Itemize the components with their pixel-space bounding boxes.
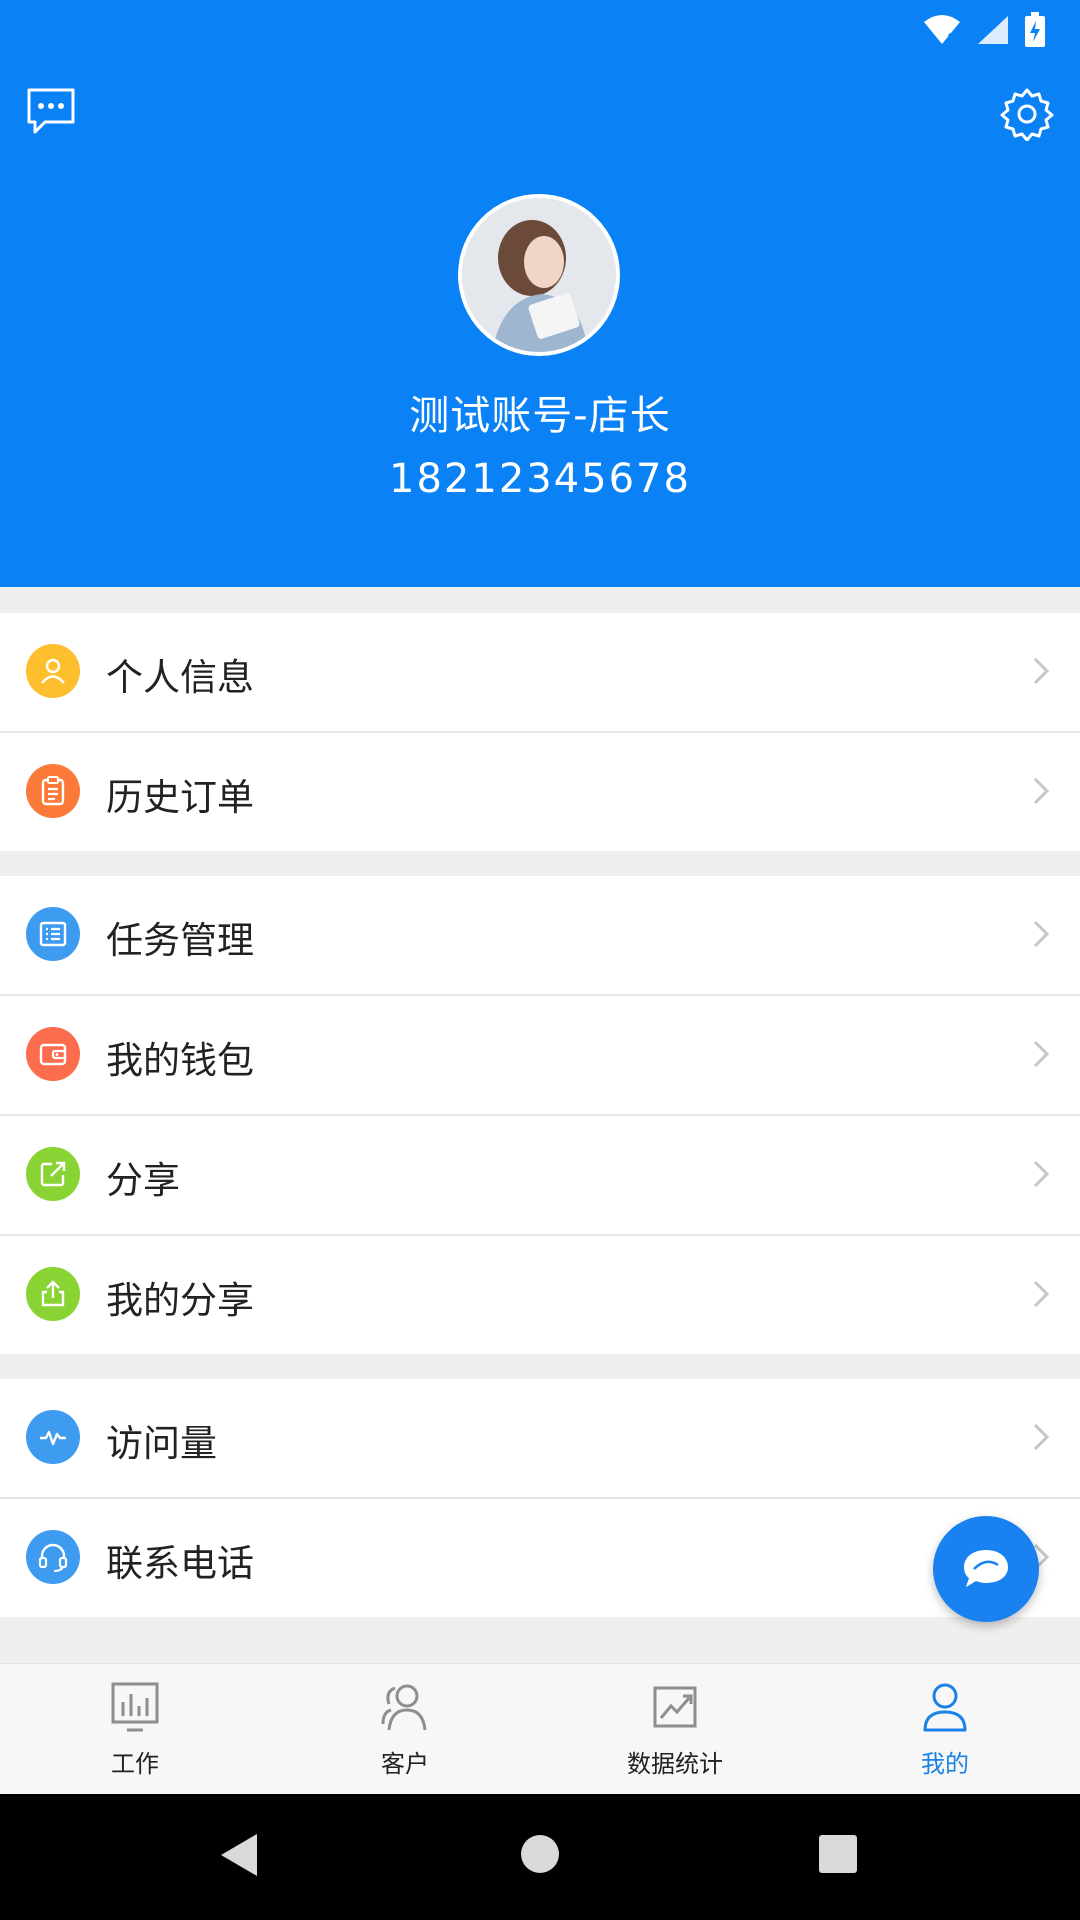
chat-fab-button[interactable] <box>933 1516 1039 1622</box>
avatar-photo <box>462 198 616 352</box>
menu-item-label: 我的钱包 <box>106 1039 254 1082</box>
avatar[interactable] <box>458 194 620 356</box>
chevron-right-icon <box>1033 1160 1050 1188</box>
chevron-right-icon <box>1033 1423 1050 1451</box>
tab-statistics[interactable]: 数据统计 <box>540 1664 810 1795</box>
menu-item-task-management[interactable]: 任务管理 <box>0 876 1080 996</box>
chat-bubble-icon <box>27 88 75 134</box>
tab-label: 客户 <box>381 1750 429 1778</box>
settings-button[interactable] <box>998 85 1056 143</box>
status-bar <box>0 0 1080 60</box>
chevron-right-icon <box>1033 777 1050 805</box>
chat-icon <box>964 1550 1008 1587</box>
gear-icon <box>1000 88 1054 141</box>
menu-item-label: 分享 <box>106 1159 180 1202</box>
tab-label: 数据统计 <box>627 1750 723 1778</box>
wallet-icon <box>26 1027 80 1081</box>
menu-item-share[interactable]: 分享 <box>0 1116 1080 1236</box>
menu-item-contact-phone[interactable]: 联系电话 <box>0 1499 1080 1617</box>
profile-name: 测试账号-店长 <box>409 393 671 439</box>
list-icon <box>26 907 80 961</box>
profile-header: 测试账号-店长 18212345678 <box>0 0 1080 587</box>
trend-chart-icon <box>653 1686 697 1728</box>
bottom-tab-bar: 工作 客户 数据统计 我的 <box>0 1663 1080 1795</box>
pulse-icon <box>26 1410 80 1464</box>
menu-item-label: 我的分享 <box>106 1279 254 1322</box>
user-icon <box>923 1683 967 1732</box>
tab-work[interactable]: 工作 <box>0 1664 270 1795</box>
signal-icon <box>978 16 1008 44</box>
chevron-right-icon <box>1033 1040 1050 1068</box>
menu-item-label: 个人信息 <box>106 656 254 699</box>
tab-label: 我的 <box>921 1750 969 1778</box>
tab-mine[interactable]: 我的 <box>810 1664 1080 1795</box>
message-button[interactable] <box>22 82 80 140</box>
recents-icon[interactable] <box>818 1834 858 1874</box>
menu-list: 个人信息 历史订单 任务管理 我的钱包 分享 我的分享 访问量 联系电话 <box>0 613 1080 1642</box>
share-icon <box>26 1147 80 1201</box>
wifi-icon <box>924 15 960 44</box>
menu-item-wallet[interactable]: 我的钱包 <box>0 996 1080 1116</box>
customers-icon <box>381 1684 427 1731</box>
menu-item-label: 历史订单 <box>106 776 254 819</box>
chevron-right-icon <box>1033 920 1050 948</box>
menu-item-my-shares[interactable]: 我的分享 <box>0 1236 1080 1354</box>
menu-group: 个人信息 历史订单 <box>0 613 1080 851</box>
menu-item-label: 访问量 <box>106 1422 217 1465</box>
home-icon[interactable] <box>518 1832 562 1876</box>
system-nav-bar <box>0 1794 1080 1920</box>
menu-item-personal-info[interactable]: 个人信息 <box>0 613 1080 733</box>
battery-icon <box>1025 12 1045 47</box>
bar-chart-icon <box>111 1682 159 1732</box>
menu-item-label: 任务管理 <box>106 919 254 962</box>
chevron-right-icon <box>1033 657 1050 685</box>
chevron-right-icon <box>1033 1280 1050 1308</box>
menu-item-order-history[interactable]: 历史订单 <box>0 733 1080 851</box>
menu-group: 任务管理 我的钱包 分享 我的分享 <box>0 876 1080 1354</box>
headset-icon <box>26 1530 80 1584</box>
menu-item-visits[interactable]: 访问量 <box>0 1379 1080 1499</box>
menu-group: 访问量 联系电话 <box>0 1379 1080 1617</box>
clipboard-icon <box>26 764 80 818</box>
menu-item-label: 联系电话 <box>106 1542 254 1585</box>
back-icon[interactable] <box>215 1830 261 1880</box>
person-icon <box>26 644 80 698</box>
upload-icon <box>26 1267 80 1321</box>
tab-customers[interactable]: 客户 <box>270 1664 540 1795</box>
profile-phone: 18212345678 <box>389 456 691 502</box>
tab-label: 工作 <box>111 1750 159 1778</box>
